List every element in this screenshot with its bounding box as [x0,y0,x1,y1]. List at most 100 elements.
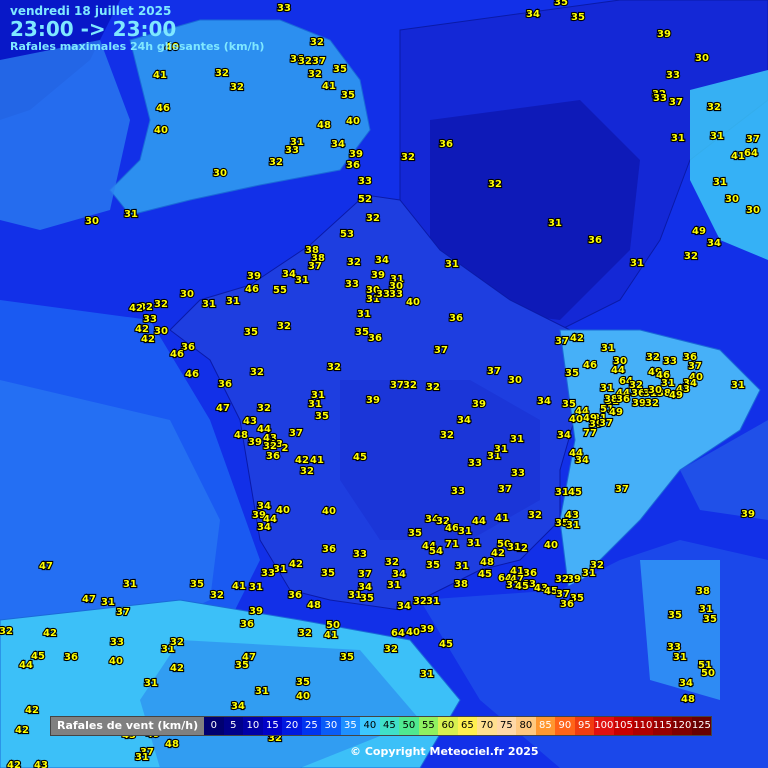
station-gust-value: 37 [599,418,613,429]
station-gust-value: 46 [583,360,597,371]
legend-step: 70 [477,717,497,735]
station-gust-value: 33 [666,70,680,81]
station-gust-value: 31 [510,434,524,445]
legend-step: 35 [340,717,361,735]
station-gust-value: 37 [669,97,683,108]
station-gust-value: 36 [449,313,463,324]
legend-step: 120 [672,717,692,735]
station-gust-value: 32 [327,362,341,373]
station-gust-value: 43 [565,510,579,521]
station-gust-value: 52 [358,194,372,205]
station-gust-value: 39 [567,574,581,585]
station-gust-value: 31 [455,561,469,572]
station-gust-value: 30 [85,216,99,227]
station-gust-value: 32 [384,644,398,655]
station-gust-value: 31 [600,383,614,394]
station-gust-value: 31 [348,590,362,601]
station-gust-value: 46 [156,103,170,114]
station-gust-value: 42 [43,628,57,639]
station-gust-value: 48 [165,739,179,750]
station-gust-value: 32 [154,299,168,310]
station-gust-value: 35 [315,411,329,422]
station-gust-value: 48 [681,694,695,705]
station-gust-value: 34 [257,522,271,533]
legend-label: Rafales de vent (km/h) [51,717,205,735]
legend-step: 60 [438,717,458,735]
station-gust-value: 31 [123,579,137,590]
station-gust-value: 30 [648,385,662,396]
station-gust-value: 34 [557,430,571,441]
station-gust-value: 40 [322,506,336,517]
station-gust-value: 31 [671,133,685,144]
legend-step: 0 [204,717,224,735]
station-gust-value: 49 [669,390,683,401]
station-gust-value: 41 [495,513,509,524]
station-gust-value: 36 [616,394,630,405]
legend-step: 125 [691,717,712,735]
station-gust-value: 46 [445,523,459,534]
station-gust-value: 37 [312,56,326,67]
station-gust-value: 44 [611,365,625,376]
station-gust-value: 33 [353,549,367,560]
station-gust-value: 46 [185,369,199,380]
station-gust-value: 33 [376,289,390,300]
station-gust-value: 39 [420,624,434,635]
station-gust-value: 40 [544,540,558,551]
station-gust-value: 34 [331,139,345,150]
station-gust-value: 41 [322,81,336,92]
station-gust-value: 35 [355,327,369,338]
station-gust-value: 35 [562,399,576,410]
station-gust-value: 42 [7,760,21,768]
legend-step: 15 [262,717,283,735]
station-gust-value: 36 [266,451,280,462]
station-gust-value: 31 [273,564,287,575]
station-gust-value: 32 [298,628,312,639]
map-subtitle: Rafales maximales 24h glissantes (km/h) [10,40,265,53]
station-gust-value: 35 [426,560,440,571]
station-gust-value: 31 [202,299,216,310]
station-gust-value: 36 [322,544,336,555]
station-gust-value: 31 [710,131,724,142]
station-gust-value: 31 [458,526,472,537]
station-gust-value: 32 [230,82,244,93]
station-gust-value: 34 [231,701,245,712]
station-gust-value: 31 [582,568,596,579]
station-gust-value: 42 [141,334,155,345]
station-gust-value: 40 [346,116,360,127]
station-gust-value: 36 [523,568,537,579]
legend-scale: 0 5 10 15 20 25 30 35 40 45 50 55 60 65 70 75 80 85 90 95 10… [204,717,712,735]
station-gust-value: 32 [257,403,271,414]
station-gust-value: 33 [451,486,465,497]
legend-step: 50 [399,717,419,735]
station-gust-value: 31 [630,258,644,269]
station-gust-value: 31 [420,669,434,680]
legend-step: 30 [321,717,341,735]
station-gust-value: 42 [170,663,184,674]
legend-step: 55 [418,717,439,735]
station-gust-value: 46 [245,284,259,295]
station-gust-value: 32 [310,37,324,48]
station-gust-value: 31 [507,542,521,553]
station-gust-value: 37 [116,607,130,618]
station-gust-value: 32 [308,69,322,80]
station-gust-value: 37 [555,336,569,347]
station-gust-value: 40 [406,627,420,638]
station-gust-value: 42 [289,559,303,570]
station-gust-value: 30 [746,205,760,216]
station-gust-value: 36 [288,590,302,601]
legend-step: 5 [223,717,244,735]
title-block: vendredi 18 juillet 2025 23:00 -> 23:00 … [10,4,264,53]
station-gust-value: 40 [296,691,310,702]
station-gust-value: 33 [277,3,291,14]
station-gust-value: 32 [298,56,312,67]
legend-step: 20 [282,717,302,735]
legend-step: 110 [633,717,653,735]
station-gust-value: 42 [570,333,584,344]
station-gust-value: 35 [571,12,585,23]
station-gust-value: 32 [269,157,283,168]
legend-step: 45 [379,717,400,735]
station-gust-value: 34 [282,269,296,280]
station-gust-value: 40 [109,656,123,667]
station-gust-value: 31 [426,596,440,607]
station-gust-value: 31 [494,444,508,455]
